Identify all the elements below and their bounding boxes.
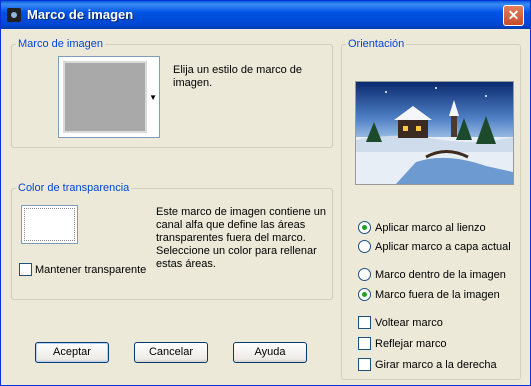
transparency-color-swatch[interactable]: [21, 205, 78, 244]
apply-to-canvas-radio[interactable]: [358, 221, 371, 234]
apply-to-layer-radio[interactable]: [358, 240, 371, 253]
frame-style-dropdown[interactable]: ▼: [58, 56, 160, 138]
frame-style-legend: Marco de imagen: [18, 38, 103, 50]
close-button[interactable]: ✕: [503, 5, 524, 26]
keep-transparent-checkbox[interactable]: [19, 263, 32, 276]
frame-outside-label[interactable]: Marco fuera de la imagen: [375, 289, 500, 302]
flip-frame-checkbox[interactable]: [358, 316, 371, 329]
app-icon[interactable]: [7, 8, 21, 22]
apply-to-layer-label[interactable]: Aplicar marco a capa actual: [375, 241, 511, 254]
orientation-legend: Orientación: [348, 38, 405, 50]
flip-frame-label[interactable]: Voltear marco: [375, 317, 443, 330]
frame-dialog: Marco de imagen ✕ Marco de imagen ▼ Elij…: [0, 0, 531, 386]
frame-inside-radio[interactable]: [358, 268, 371, 281]
rotate-frame-checkbox[interactable]: [358, 358, 371, 371]
cancel-button[interactable]: Cancelar: [134, 342, 208, 363]
rotate-frame-label[interactable]: Girar marco a la derecha: [375, 359, 497, 372]
title-bar[interactable]: Marco de imagen ✕: [1, 1, 530, 29]
frame-outside-radio[interactable]: [358, 288, 371, 301]
mirror-frame-checkbox[interactable]: [358, 337, 371, 350]
frame-inside-label[interactable]: Marco dentro de la imagen: [375, 269, 506, 282]
transparency-color-legend: Color de transparencia: [18, 182, 130, 194]
apply-to-canvas-label[interactable]: Aplicar marco al lienzo: [375, 222, 486, 235]
orientation-preview-image: [355, 81, 514, 185]
frame-thumbnail: [63, 61, 147, 133]
ok-button[interactable]: Aceptar: [35, 342, 109, 363]
transparency-description: Este marco de imagen contiene un canal a…: [156, 206, 326, 270]
frame-style-description: Elija un estilo de marco de imagen.: [173, 64, 303, 89]
help-button[interactable]: Ayuda: [233, 342, 307, 363]
window-title: Marco de imagen: [27, 7, 134, 22]
keep-transparent-label[interactable]: Mantener transparente: [35, 264, 146, 277]
dropdown-arrow-icon[interactable]: ▼: [149, 93, 157, 102]
mirror-frame-label[interactable]: Reflejar marco: [375, 338, 447, 351]
